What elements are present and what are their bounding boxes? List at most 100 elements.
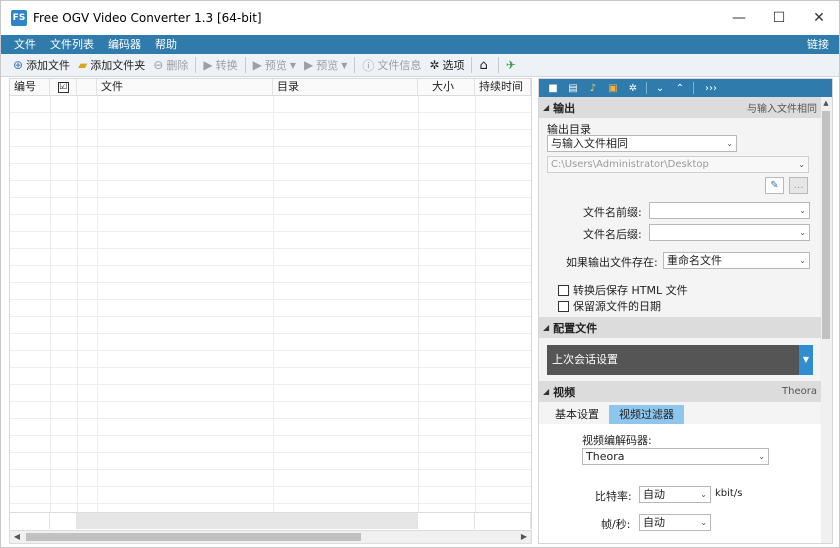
profile-select[interactable]: 上次会话设置 ▼ xyxy=(547,345,813,375)
tab-basic-settings[interactable]: 基本设置 xyxy=(545,405,609,424)
filename-suffix-label: 文件名后缀: xyxy=(583,228,642,241)
column-duration[interactable]: 持续时间 xyxy=(475,79,531,95)
column-number[interactable]: 编号 xyxy=(10,79,50,95)
film-icon[interactable]: ▣ xyxy=(603,83,623,94)
file-info-button[interactable]: ⓘ 文件信息 xyxy=(358,55,425,75)
profile-section-header[interactable]: ◢ 配置文件 xyxy=(539,317,821,338)
checkbox-box[interactable] xyxy=(558,284,569,296)
delete-button[interactable]: ⊖ 删除 xyxy=(149,55,192,75)
video-tab-content: 视频编解码器: Theora ⌄ 比特率: 自动 ⌄ kbit/s 帧/秒: 自… xyxy=(539,424,821,543)
options-button[interactable]: ✲ 选项 xyxy=(425,55,468,75)
convert-button[interactable]: ▶ 转换 xyxy=(199,55,241,75)
video-section-header[interactable]: ◢ 视频 Theora xyxy=(539,381,821,402)
menu-links[interactable]: 链接 xyxy=(807,35,829,54)
grid-line xyxy=(273,96,274,512)
menu-file-list[interactable]: 文件列表 xyxy=(43,35,101,54)
chevron-down-icon: ⌄ xyxy=(758,452,765,461)
main-toolbar: ⊕ 添加文件 ▰ 添加文件夹 ⊖ 删除 ▶ 转换 ▶ 预览 ▼ ▶ 预览 ▼ ⓘ xyxy=(1,54,839,77)
tab-video-filters[interactable]: 视频过滤器 xyxy=(609,405,684,424)
file-list-body[interactable] xyxy=(10,96,531,512)
preview-label-1: 预览 xyxy=(264,59,287,72)
app-logo-icon: FS xyxy=(11,10,27,26)
settings-vertical-scrollbar[interactable]: ▲ xyxy=(820,97,832,543)
title-bar: FS Free OGV Video Converter 1.3 [64-bit]… xyxy=(1,1,839,35)
preview-button-2[interactable]: ▶ 预览 ▼ xyxy=(300,55,351,75)
scroll-up-icon[interactable]: ▲ xyxy=(820,97,832,109)
chevron-down-icon: ⌄ xyxy=(799,206,806,215)
maximize-button[interactable]: ☐ xyxy=(759,1,799,35)
music-note-icon[interactable]: ♪ xyxy=(583,83,603,94)
browse-folder-button[interactable]: ✎ xyxy=(765,177,784,194)
preview-button-1[interactable]: ▶ 预览 ▼ xyxy=(249,55,300,75)
collapse-triangle-icon[interactable]: ◢ xyxy=(543,103,549,112)
home-button[interactable]: ⌂ xyxy=(475,55,494,75)
pin-button[interactable]: ✈ xyxy=(502,55,523,75)
chevron-down-icon: ⌄ xyxy=(798,160,805,169)
chevron-down-icon[interactable]: ▼ xyxy=(341,61,347,70)
document-icon[interactable]: ▤ xyxy=(563,83,583,94)
add-folder-button[interactable]: ▰ 添加文件夹 xyxy=(74,55,149,75)
scroll-right-icon[interactable]: ▶ xyxy=(517,531,531,543)
chevron-down-icon: ⌄ xyxy=(726,139,733,148)
scrollbar-thumb[interactable] xyxy=(26,533,361,541)
add-file-icon: ⊕ xyxy=(13,58,24,72)
select-all-checkbox[interactable]: ☑ xyxy=(57,81,69,93)
collapse-triangle-icon[interactable]: ◢ xyxy=(543,323,549,332)
collapse-down-icon[interactable]: ⌄ xyxy=(650,83,670,94)
collapse-up-icon[interactable]: ⌃ xyxy=(670,83,690,94)
more-icon[interactable]: ››› xyxy=(697,83,725,94)
menu-encoder[interactable]: 编码器 xyxy=(101,35,148,54)
checkbox-box[interactable] xyxy=(558,300,569,312)
bitrate-select[interactable]: 自动 ⌄ xyxy=(639,486,711,503)
play-icon: ▶ xyxy=(252,58,262,72)
footer-cell xyxy=(418,513,475,529)
file-list[interactable]: 编号 ☑ 文件 目录 大小 持续时间 xyxy=(9,78,532,529)
column-directory[interactable]: 目录 xyxy=(273,79,418,95)
file-list-horizontal-scrollbar[interactable]: ◀ ▶ xyxy=(9,530,532,544)
output-dir-path-input[interactable]: C:\Users\Administrator\Desktop ⌄ xyxy=(547,156,809,173)
file-list-footer xyxy=(10,512,531,529)
column-file[interactable]: 文件 xyxy=(97,79,273,95)
add-file-button[interactable]: ⊕ 添加文件 xyxy=(9,55,74,75)
output-section-header[interactable]: ◢ 输出 与输入文件相同 xyxy=(539,97,821,118)
toolbar-separator xyxy=(354,57,356,73)
toolbar-separator xyxy=(471,57,473,73)
video-codec-select[interactable]: Theora ⌄ xyxy=(582,448,769,465)
collapse-triangle-icon[interactable]: ◢ xyxy=(543,387,549,396)
gear-icon[interactable]: ✲ xyxy=(623,83,643,94)
grid-line xyxy=(50,96,51,512)
profile-section-title: 配置文件 xyxy=(553,321,598,335)
menu-file[interactable]: 文件 xyxy=(7,35,43,54)
convert-icon: ▶ xyxy=(203,58,213,72)
file-exists-select[interactable]: 重命名文件 ⌄ xyxy=(663,252,810,269)
bitrate-value: 自动 xyxy=(643,488,665,501)
save-html-checkbox[interactable]: 转换后保存 HTML 文件 xyxy=(558,282,688,298)
output-dir-mode-select[interactable]: 与输入文件相同 ⌄ xyxy=(547,135,737,152)
column-size[interactable]: 大小 xyxy=(418,79,475,95)
chevron-down-icon[interactable]: ▼ xyxy=(290,61,296,70)
delete-label: 删除 xyxy=(166,59,189,72)
minimize-button[interactable]: — xyxy=(719,1,759,35)
chevron-down-icon[interactable]: ▼ xyxy=(799,345,813,375)
grid-line xyxy=(418,96,419,512)
settings-toolbar: ■ ▤ ♪ ▣ ✲ ⌄ ⌃ ››› xyxy=(539,79,832,97)
scrollbar-thumb[interactable] xyxy=(822,111,830,339)
column-status[interactable] xyxy=(77,79,97,95)
fps-select[interactable]: 自动 ⌄ xyxy=(639,514,711,531)
chevron-down-icon: ⌄ xyxy=(799,228,806,237)
menu-help[interactable]: 帮助 xyxy=(148,35,184,54)
close-button[interactable]: ✕ xyxy=(799,1,839,35)
open-folder-button[interactable]: … xyxy=(789,177,808,194)
video-section-summary: Theora xyxy=(782,386,817,397)
filename-prefix-input[interactable]: ⌄ xyxy=(649,202,810,219)
fps-value: 自动 xyxy=(643,516,665,529)
edit-folder-icon: ✎ xyxy=(770,180,779,191)
scroll-left-icon[interactable]: ◀ xyxy=(10,531,24,543)
column-check[interactable]: ☑ xyxy=(50,79,77,95)
folder-icon[interactable]: ■ xyxy=(543,83,563,94)
filename-suffix-input[interactable]: ⌄ xyxy=(649,224,810,241)
output-dir-path-value: C:\Users\Administrator\Desktop xyxy=(551,159,709,170)
footer-cell xyxy=(10,513,50,529)
profile-value: 上次会话设置 xyxy=(552,353,618,366)
keep-date-checkbox[interactable]: 保留源文件的日期 xyxy=(558,298,661,314)
